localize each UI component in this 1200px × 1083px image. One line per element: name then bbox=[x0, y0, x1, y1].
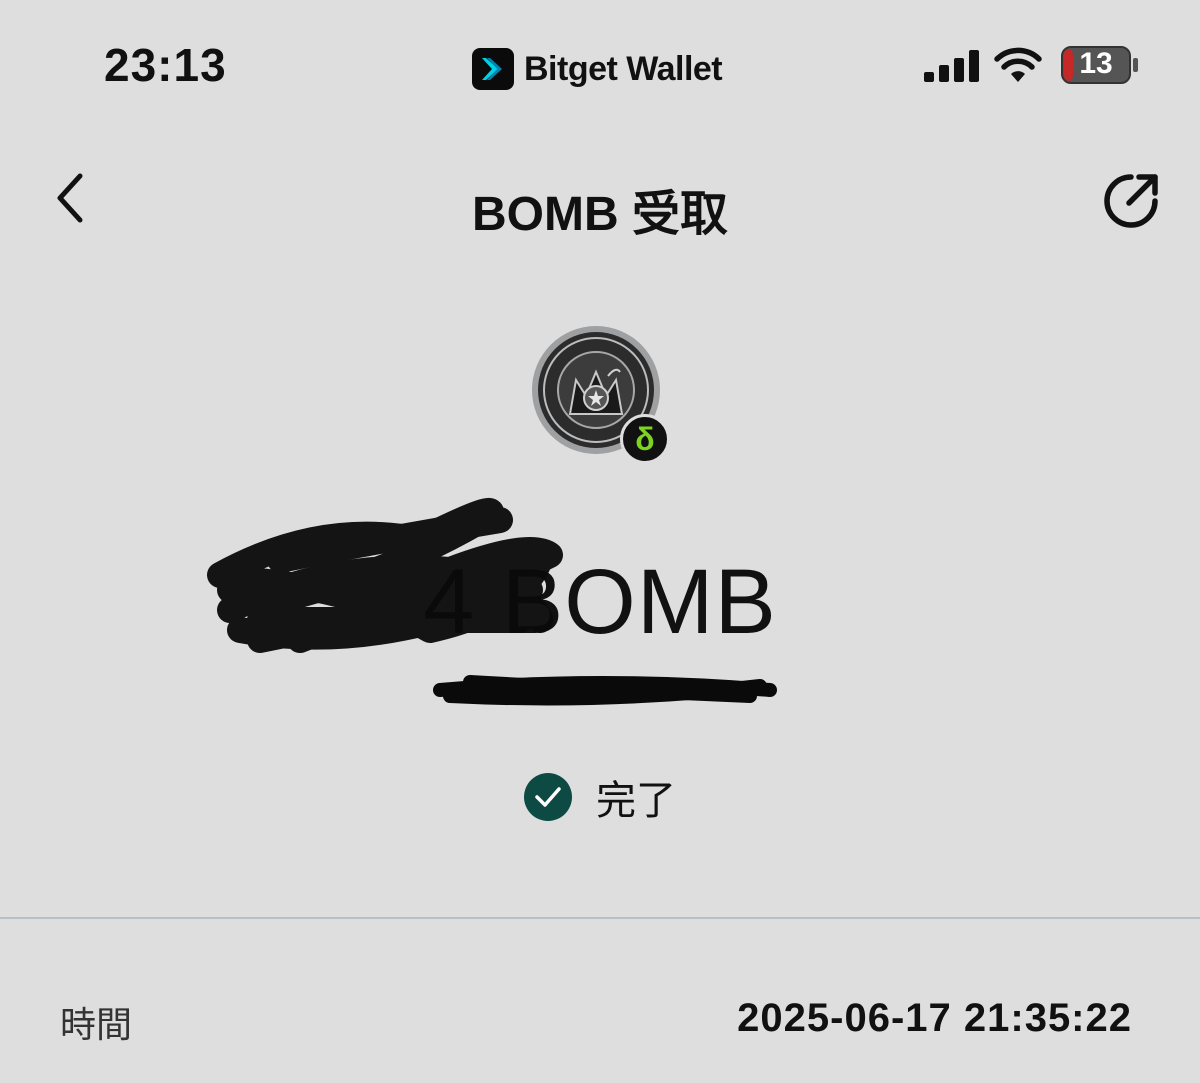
chain-badge-icon: δ bbox=[620, 414, 670, 464]
status-label: 完了 bbox=[596, 779, 676, 823]
bitget-logo-icon bbox=[472, 48, 514, 90]
wifi-icon bbox=[994, 47, 1042, 82]
share-icon bbox=[1104, 174, 1158, 228]
time-label: 時間 bbox=[60, 1004, 133, 1045]
app-name: Bitget Wallet bbox=[524, 49, 723, 88]
status-time: 23:13 bbox=[104, 39, 227, 91]
status-bar: 23:13 Bitget Wallet 13 bbox=[0, 0, 1200, 130]
battery-level: 13 bbox=[1079, 47, 1113, 80]
section-divider bbox=[0, 917, 1200, 919]
page-title: BOMB 受取 bbox=[472, 188, 728, 241]
nav-bar: BOMB 受取 bbox=[0, 150, 1200, 260]
transaction-status: 完了 bbox=[0, 768, 1200, 826]
share-button[interactable] bbox=[1098, 168, 1164, 234]
detail-row-time: 時間 2025-06-17 21:35:22 bbox=[0, 990, 1200, 1050]
fiat-redaction-bar bbox=[433, 675, 777, 706]
check-circle-icon bbox=[524, 773, 572, 821]
amount-display: 4 BOMB bbox=[0, 550, 1200, 655]
app-indicator: Bitget Wallet bbox=[472, 48, 723, 90]
time-value: 2025-06-17 21:35:22 bbox=[737, 996, 1132, 1040]
cellular-signal-icon bbox=[924, 50, 979, 82]
redaction-scribble bbox=[207, 498, 563, 653]
